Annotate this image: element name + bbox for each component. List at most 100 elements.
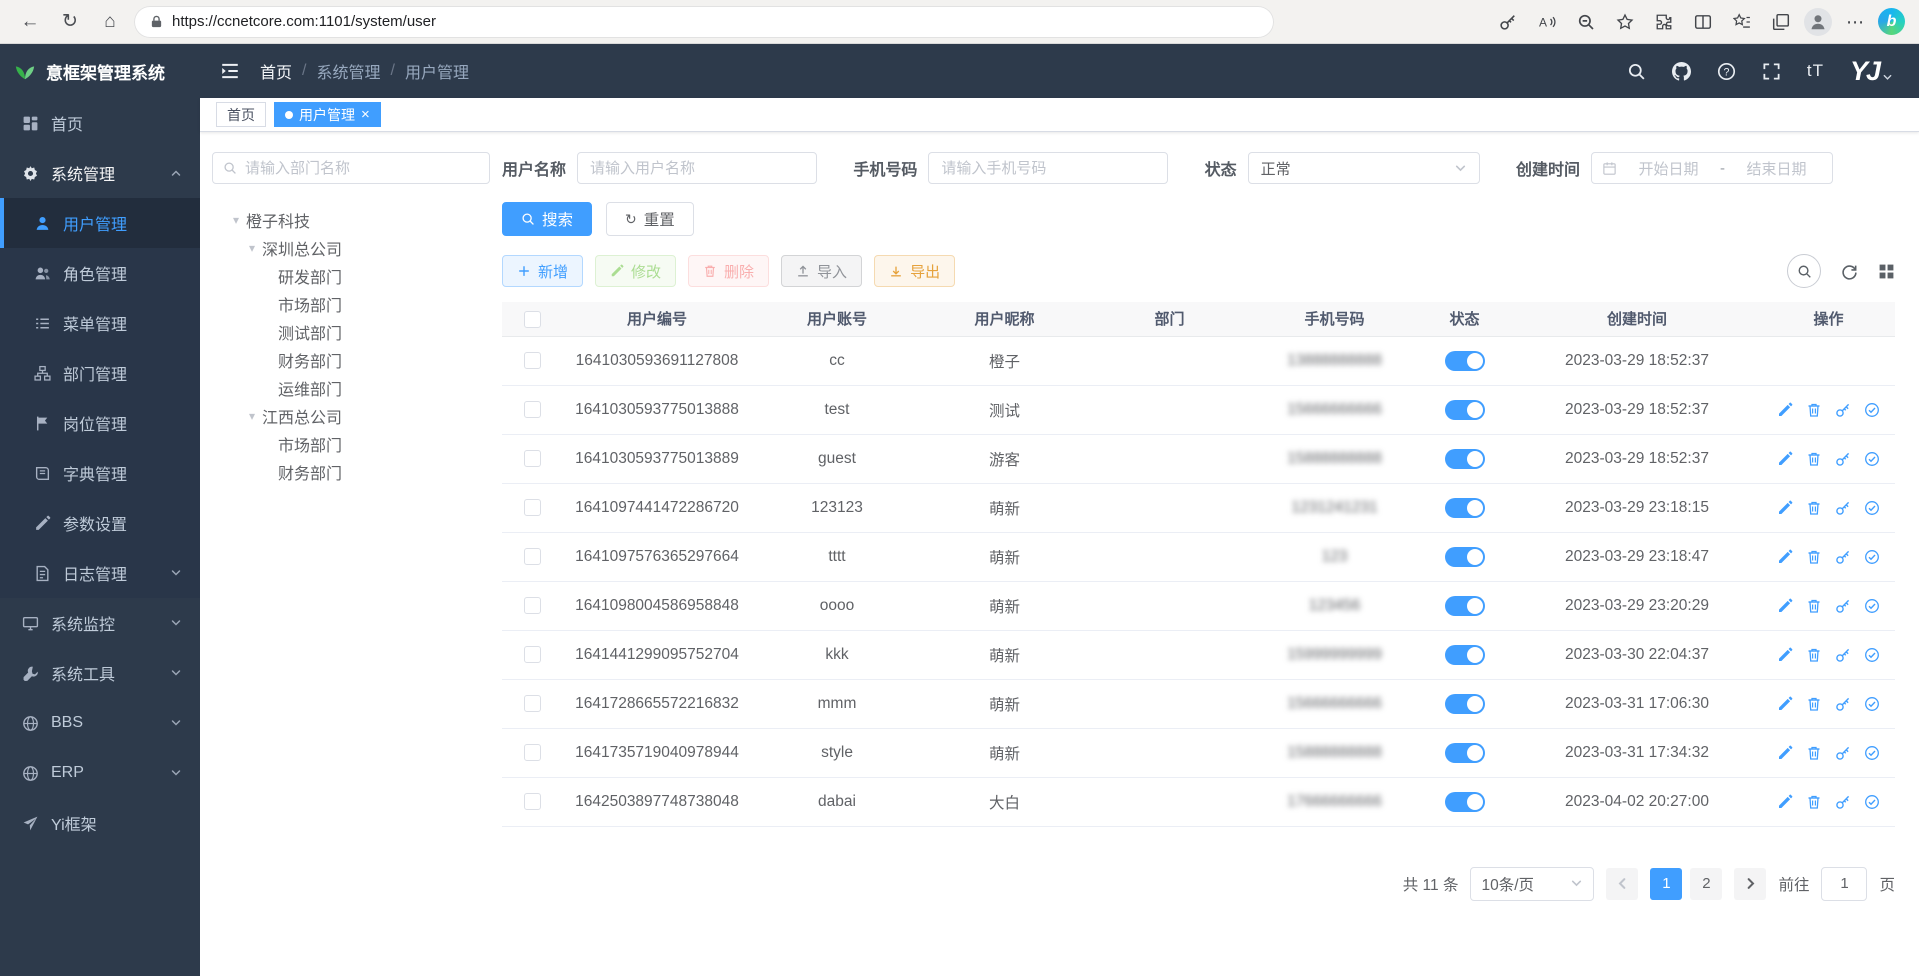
reset-password-icon[interactable] bbox=[1835, 794, 1851, 810]
delete-icon[interactable] bbox=[1806, 647, 1822, 663]
sidebar-item-tools[interactable]: 系统工具 bbox=[0, 648, 200, 698]
search-icon[interactable] bbox=[1627, 62, 1646, 81]
page-button-2[interactable]: 2 bbox=[1690, 868, 1722, 900]
question-icon[interactable]: ? bbox=[1717, 62, 1736, 81]
sidebar-item-role[interactable]: 角色管理 bbox=[0, 248, 200, 298]
close-icon[interactable]: × bbox=[361, 107, 370, 122]
row-checkbox[interactable] bbox=[524, 450, 541, 467]
phone-input[interactable] bbox=[928, 152, 1168, 184]
row-checkbox[interactable] bbox=[524, 401, 541, 418]
sidebar-item-system[interactable]: 系统管理 bbox=[0, 148, 200, 198]
edit-icon[interactable] bbox=[1777, 647, 1793, 663]
extensions-icon[interactable] bbox=[1648, 6, 1680, 38]
toggle-search-button[interactable] bbox=[1787, 254, 1821, 288]
delete-icon[interactable] bbox=[1806, 745, 1822, 761]
refresh-table-button[interactable] bbox=[1841, 263, 1858, 280]
assign-role-icon[interactable] bbox=[1864, 402, 1880, 418]
row-checkbox[interactable] bbox=[524, 744, 541, 761]
split-screen-icon[interactable] bbox=[1687, 6, 1719, 38]
assign-role-icon[interactable] bbox=[1864, 598, 1880, 614]
sidebar-item-dict[interactable]: 字典管理 bbox=[0, 448, 200, 498]
reset-password-icon[interactable] bbox=[1835, 696, 1851, 712]
delete-icon[interactable] bbox=[1806, 794, 1822, 810]
status-toggle[interactable] bbox=[1445, 645, 1485, 665]
status-toggle[interactable] bbox=[1445, 449, 1485, 469]
assign-role-icon[interactable] bbox=[1864, 549, 1880, 565]
sidebar-item-user[interactable]: 用户管理 bbox=[0, 198, 200, 248]
tree-node[interactable]: 测试部门 bbox=[212, 318, 490, 346]
status-toggle[interactable] bbox=[1445, 792, 1485, 812]
more-icon[interactable]: ⋯ bbox=[1839, 6, 1871, 38]
tab-user-mgmt[interactable]: 用户管理× bbox=[274, 102, 381, 127]
zoom-icon[interactable] bbox=[1570, 6, 1602, 38]
prev-page-button[interactable] bbox=[1606, 868, 1638, 900]
edit-icon[interactable] bbox=[1777, 598, 1793, 614]
row-checkbox[interactable] bbox=[524, 548, 541, 565]
refresh-icon[interactable]: ↻ bbox=[54, 6, 86, 38]
tree-node[interactable]: 研发部门 bbox=[212, 262, 490, 290]
edit-icon[interactable] bbox=[1777, 451, 1793, 467]
row-checkbox[interactable] bbox=[524, 352, 541, 369]
sidebar-item-dept[interactable]: 部门管理 bbox=[0, 348, 200, 398]
delete-icon[interactable] bbox=[1806, 549, 1822, 565]
sidebar-item-erp[interactable]: ERP bbox=[0, 748, 200, 798]
sidebar-item-post[interactable]: 岗位管理 bbox=[0, 398, 200, 448]
tree-node[interactable]: ▾深圳总公司 bbox=[212, 234, 490, 262]
reset-button[interactable]: ↻ 重置 bbox=[606, 202, 694, 236]
edit-button[interactable]: 修改 bbox=[595, 255, 676, 287]
import-button[interactable]: 导入 bbox=[781, 255, 862, 287]
goto-page-input[interactable] bbox=[1821, 867, 1867, 901]
address-bar[interactable]: https://ccnetcore.com:1101/system/user bbox=[134, 6, 1274, 38]
status-toggle[interactable] bbox=[1445, 743, 1485, 763]
row-checkbox[interactable] bbox=[524, 695, 541, 712]
home-icon[interactable]: ⌂ bbox=[94, 6, 126, 38]
sidebar-item-monitor[interactable]: 系统监控 bbox=[0, 598, 200, 648]
add-favorite-icon[interactable] bbox=[1609, 6, 1641, 38]
bing-icon[interactable]: b bbox=[1878, 8, 1905, 35]
caret-down-icon[interactable]: ▾ bbox=[242, 410, 262, 422]
select-all-checkbox[interactable] bbox=[524, 311, 541, 328]
delete-icon[interactable] bbox=[1806, 500, 1822, 516]
assign-role-icon[interactable] bbox=[1864, 794, 1880, 810]
tab-home[interactable]: 首页 bbox=[216, 102, 266, 127]
delete-icon[interactable] bbox=[1806, 451, 1822, 467]
sidebar-item-log[interactable]: 日志管理 bbox=[0, 548, 200, 598]
edit-icon[interactable] bbox=[1777, 402, 1793, 418]
font-size-icon[interactable]: tT bbox=[1807, 61, 1824, 81]
edit-icon[interactable] bbox=[1777, 696, 1793, 712]
date-range-picker[interactable]: 开始日期 - 结束日期 bbox=[1591, 152, 1833, 184]
tree-node[interactable]: ▾江西总公司 bbox=[212, 402, 490, 430]
caret-down-icon[interactable]: ▾ bbox=[226, 214, 246, 226]
sidebar-item-yi[interactable]: Yi框架 bbox=[0, 798, 200, 848]
status-select[interactable]: 正常 bbox=[1248, 152, 1480, 184]
assign-role-icon[interactable] bbox=[1864, 500, 1880, 516]
status-toggle[interactable] bbox=[1445, 498, 1485, 518]
read-aloud-icon[interactable]: A bbox=[1531, 6, 1563, 38]
status-toggle[interactable] bbox=[1445, 694, 1485, 714]
status-toggle[interactable] bbox=[1445, 547, 1485, 567]
tree-node[interactable]: 财务部门 bbox=[212, 346, 490, 374]
favorites-icon[interactable] bbox=[1726, 6, 1758, 38]
row-checkbox[interactable] bbox=[524, 597, 541, 614]
delete-icon[interactable] bbox=[1806, 402, 1822, 418]
status-toggle[interactable] bbox=[1445, 351, 1485, 371]
assign-role-icon[interactable] bbox=[1864, 745, 1880, 761]
row-checkbox[interactable] bbox=[524, 646, 541, 663]
caret-down-icon[interactable]: ▾ bbox=[242, 242, 262, 254]
sidebar-item-menu[interactable]: 菜单管理 bbox=[0, 298, 200, 348]
next-page-button[interactable] bbox=[1734, 868, 1766, 900]
assign-role-icon[interactable] bbox=[1864, 647, 1880, 663]
reset-password-icon[interactable] bbox=[1835, 647, 1851, 663]
delete-button[interactable]: 删除 bbox=[688, 255, 769, 287]
row-checkbox[interactable] bbox=[524, 793, 541, 810]
reset-password-icon[interactable] bbox=[1835, 451, 1851, 467]
add-button[interactable]: 新增 bbox=[502, 255, 583, 287]
page-button-1[interactable]: 1 bbox=[1650, 868, 1682, 900]
edit-icon[interactable] bbox=[1777, 745, 1793, 761]
edit-icon[interactable] bbox=[1777, 500, 1793, 516]
sidebar-item-bbs[interactable]: BBS bbox=[0, 698, 200, 748]
tree-node[interactable]: 运维部门 bbox=[212, 374, 490, 402]
export-button[interactable]: 导出 bbox=[874, 255, 955, 287]
back-icon[interactable]: ← bbox=[14, 6, 46, 38]
key-icon[interactable] bbox=[1492, 6, 1524, 38]
